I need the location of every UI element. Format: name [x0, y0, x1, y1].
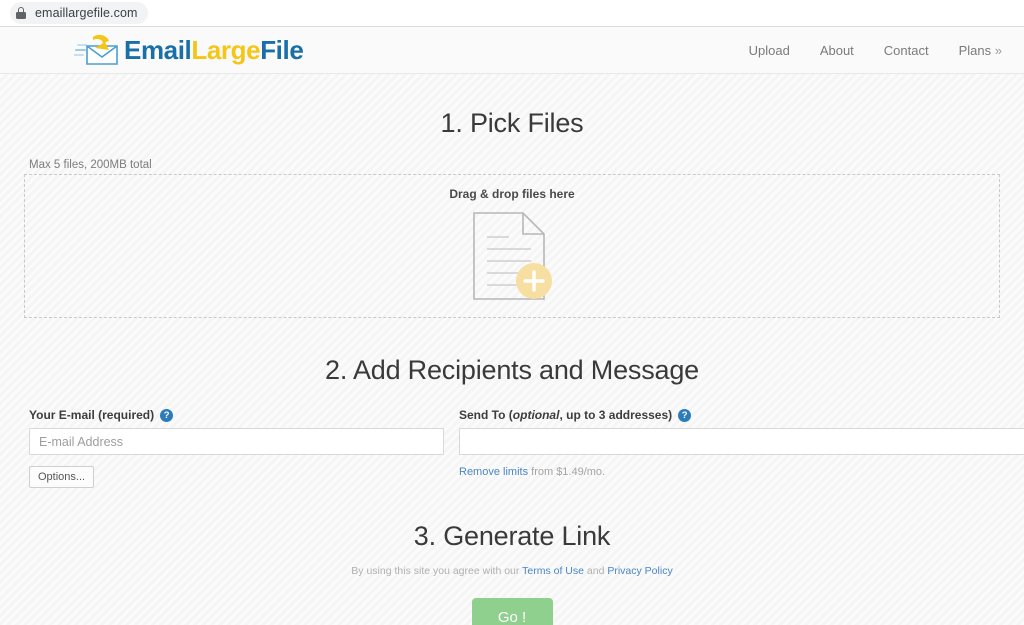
- site-logo-text: EmailLargeFile: [124, 35, 304, 65]
- nav-item-plans[interactable]: Plans »: [959, 43, 1002, 58]
- logo-text-email: Email: [124, 35, 192, 65]
- main-navigation: Upload About Contact Plans »: [749, 43, 1002, 58]
- privacy-policy-link[interactable]: Privacy Policy: [607, 565, 672, 577]
- send-to-label-prefix: Send To (: [459, 408, 513, 422]
- lock-icon: [16, 7, 26, 19]
- address-bar[interactable]: emaillargefile.com: [10, 2, 148, 24]
- go-button-wrapper: Go !: [0, 598, 1024, 625]
- options-and-upsell-row: Options... Remove limits from $1.49/mo.: [0, 466, 1024, 488]
- browser-toolbar: emaillargefile.com: [0, 0, 1024, 27]
- sender-email-group: Your E-mail (required) ?: [29, 408, 444, 455]
- terms-prefix: By using this site you agree with our: [351, 565, 523, 577]
- document-add-icon[interactable]: [25, 210, 999, 302]
- step-3-section: 3. Generate Link By using this site you …: [0, 488, 1024, 625]
- email-field[interactable]: [29, 428, 444, 455]
- envelope-mail-icon: [73, 34, 120, 66]
- help-question-icon[interactable]: ?: [160, 408, 174, 422]
- site-header: EmailLargeFile Upload About Contact Plan…: [0, 27, 1024, 74]
- logo-text-file: File: [260, 35, 304, 65]
- file-dropzone[interactable]: Drag & drop files here: [24, 174, 1000, 318]
- nav-item-plans-label: Plans: [958, 42, 992, 58]
- step-1-section: 1. Pick Files Max 5 files, 200MB total D…: [0, 74, 1024, 318]
- file-limits-text: Max 5 files, 200MB total: [29, 159, 152, 171]
- site-logo[interactable]: EmailLargeFile: [73, 34, 304, 66]
- step-2-title: 2. Add Recipients and Message: [325, 355, 699, 385]
- terms-middle: and: [583, 565, 608, 577]
- sender-email-label-text: Your E-mail (required): [29, 408, 155, 422]
- send-to-label-text: Send To (optional, up to 3 addresses): [459, 408, 672, 422]
- remove-limits-price: from $1.49/mo.: [528, 466, 606, 478]
- address-bar-url: emaillargefile.com: [35, 6, 138, 20]
- remove-limits-link[interactable]: Remove limits: [459, 466, 528, 478]
- send-to-group: Send To (optional, up to 3 addresses) ?: [444, 408, 1024, 455]
- logo-text-large: Large: [191, 35, 261, 65]
- send-to-label-optional: optional: [512, 408, 560, 422]
- send-to-field[interactable]: [459, 428, 1024, 455]
- nav-item-contact[interactable]: Contact: [884, 43, 929, 58]
- recipient-fields-row: Your E-mail (required) ? Send To (option…: [0, 408, 1024, 455]
- send-to-label-suffix: , up to 3 addresses): [559, 408, 673, 422]
- step-1-title: 1. Pick Files: [440, 108, 584, 138]
- step-3-title: 3. Generate Link: [413, 521, 611, 551]
- send-to-label: Send To (optional, up to 3 addresses) ?: [459, 408, 1024, 422]
- go-button[interactable]: Go !: [471, 598, 553, 625]
- remove-limits-group: Remove limits from $1.49/mo.: [444, 466, 1024, 488]
- step-2-section: 2. Add Recipients and Message Your E-mai…: [0, 318, 1024, 488]
- terms-of-use-link[interactable]: Terms of Use: [522, 565, 584, 577]
- options-group: Options...: [29, 466, 444, 488]
- help-question-icon[interactable]: ?: [678, 408, 692, 422]
- chevron-right-icon: »: [994, 42, 1002, 58]
- nav-item-upload[interactable]: Upload: [749, 43, 790, 58]
- page-viewport: EmailLargeFile Upload About Contact Plan…: [0, 27, 1024, 625]
- terms-notice: By using this site you agree with our Te…: [0, 565, 1024, 577]
- sender-email-label: Your E-mail (required) ?: [29, 408, 444, 422]
- dropzone-label: Drag & drop files here: [449, 187, 575, 201]
- nav-item-about[interactable]: About: [820, 43, 854, 58]
- options-button[interactable]: Options...: [29, 466, 95, 488]
